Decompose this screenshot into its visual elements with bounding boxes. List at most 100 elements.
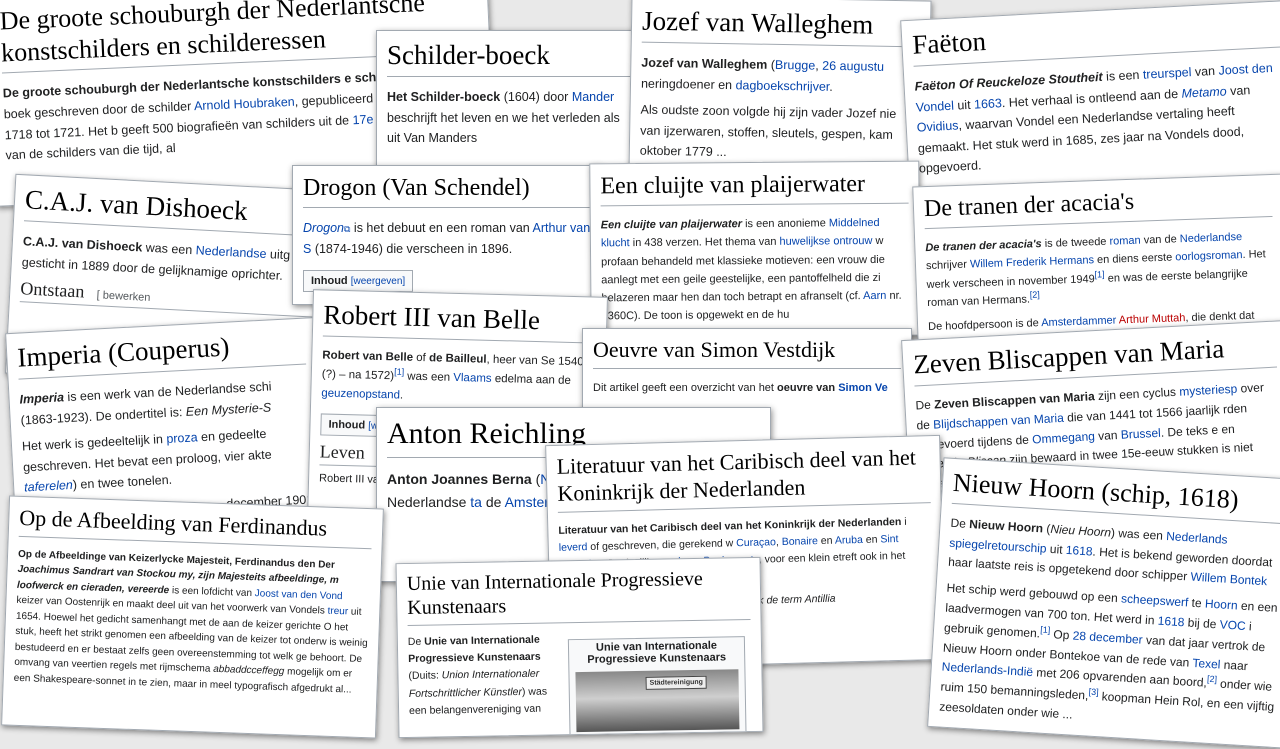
- page-title: Schilder-boeck: [387, 39, 635, 77]
- text-run: Zeven Bliscappen van Maria: [934, 389, 1095, 411]
- page-title: Literatuur van het Caribisch deel van he…: [556, 444, 930, 512]
- article-link[interactable]: Brugge: [775, 58, 816, 73]
- page-title: C.A.J. van Dishoeck: [24, 183, 324, 236]
- article-link[interactable]: Willem Frederik Hermans: [970, 255, 1094, 271]
- text-run: of geschreven, die gerekend w: [587, 537, 736, 553]
- text-run: zijn een cyclus: [1094, 385, 1179, 403]
- article-link[interactable]: geuzenopstand: [321, 387, 400, 401]
- article-link[interactable]: Arthur Muttah: [1119, 312, 1186, 326]
- article-link[interactable]: dagboekschrijver: [735, 78, 829, 94]
- text-run: oeuvre van: [777, 382, 835, 394]
- article-link[interactable]: Arnold: [194, 98, 231, 114]
- article-link[interactable]: VOC: [1219, 617, 1246, 633]
- article-link[interactable]: Brussel: [1120, 425, 1161, 441]
- text-run: is een lofdicht van: [169, 585, 255, 599]
- text-run: bij de: [1184, 615, 1220, 631]
- article-link[interactable]: 26 augustu: [822, 59, 884, 74]
- article-link[interactable]: [2]: [1207, 674, 1218, 685]
- article-link[interactable]: Nederlands: [1166, 529, 1228, 547]
- article-link[interactable]: mysteriesp: [1179, 382, 1238, 399]
- text-run: Anton Joannes Berna: [387, 471, 532, 487]
- text-run: Robert van Belle: [322, 349, 413, 363]
- article-card-schilder-boeck[interactable]: Schilder-boeck Het Schilder-boeck (1604)…: [376, 30, 646, 180]
- article-link[interactable]: Joost van den Vond: [255, 588, 343, 602]
- article-link[interactable]: 1618: [1065, 542, 1093, 558]
- article-text: Jozef van Walleghem (Brugge, 26 augustu …: [641, 53, 920, 99]
- article-card-jozef-van-walleghem[interactable]: Jozef van Walleghem Jozef van Walleghem …: [628, 0, 931, 176]
- article-link[interactable]: Curaçao: [736, 536, 776, 549]
- toc-toggle-link[interactable]: [weergeven]: [351, 276, 405, 287]
- text-run: is de tweede: [1041, 236, 1109, 250]
- article-link[interactable]: Houbraken: [233, 95, 295, 112]
- article-link[interactable]: 28 december: [1072, 628, 1143, 646]
- text-run: in 438 verzen. Het thema van: [630, 236, 780, 249]
- text-run: Faëton Of Reuckeloze Stoutheit: [914, 70, 1103, 94]
- text-run: Imperia: [19, 390, 64, 406]
- article-link[interactable]: Bonaire: [782, 535, 819, 548]
- article-link[interactable]: Drogon: [303, 221, 344, 235]
- article-link[interactable]: Joost: [1218, 62, 1249, 78]
- article-link[interactable]: [2]: [1030, 289, 1040, 299]
- table-of-contents: Inhoud [weergeven]: [303, 270, 413, 292]
- page-title: Drogon (Van Schendel): [303, 174, 591, 208]
- article-link[interactable]: Willem Bontek: [1190, 570, 1267, 589]
- text-run: De: [915, 397, 934, 412]
- article-link[interactable]: Nederlandse: [1180, 231, 1243, 245]
- article-link[interactable]: Ovidius: [916, 119, 958, 135]
- article-link[interactable]: Nederlandse: [195, 243, 267, 261]
- article-link[interactable]: treurspel: [1143, 65, 1192, 82]
- article-link[interactable]: Texel: [1192, 655, 1221, 671]
- article-link[interactable]: Hoorn: [1205, 597, 1238, 613]
- article-link[interactable]: ta: [470, 494, 482, 510]
- article-link[interactable]: roman: [1109, 235, 1141, 248]
- text-run: Nieu Hoorn: [1050, 522, 1111, 540]
- text-run: was een: [404, 370, 454, 383]
- article-link[interactable]: Nederlands-Indië: [941, 660, 1033, 680]
- article-link[interactable]: Ommegang: [1032, 429, 1095, 446]
- page-title: De tranen der acacia's: [924, 183, 1273, 229]
- article-link[interactable]: Aarn: [863, 290, 886, 302]
- article-link[interactable]: Metamo: [1181, 84, 1227, 100]
- page-title: Imperia (Couperus): [17, 327, 307, 380]
- article-link[interactable]: taferelen: [24, 478, 73, 495]
- page-title: Jozef van Walleghem: [642, 5, 921, 48]
- article-link[interactable]: [1]: [394, 366, 404, 376]
- text-run: van: [1094, 427, 1121, 442]
- text-run: (: [532, 471, 541, 487]
- article-link[interactable]: proza: [166, 431, 198, 447]
- article-link[interactable]: [1]: [1094, 269, 1104, 279]
- article-link[interactable]: treur: [327, 606, 348, 618]
- article-card-afbeelding-ferdinandus[interactable]: Op de Afbeelding van Ferdinandus Op de A…: [1, 496, 384, 739]
- text-run: Het Schilder-boeck: [387, 90, 500, 104]
- article-link[interactable]: 1618: [1157, 614, 1185, 630]
- article-link[interactable]: Amsterdammer: [1041, 314, 1117, 329]
- text-run: Een Mysterie-S: [185, 400, 271, 418]
- article-link[interactable]: klucht: [601, 237, 630, 249]
- article-link[interactable]: Mander: [572, 90, 614, 104]
- article-link[interactable]: oorlogsroman: [1175, 249, 1243, 263]
- text-run: of: [413, 352, 429, 364]
- article-card-nieuw-hoorn[interactable]: Nieuw Hoorn (schip, 1618) De Nieuw Hoorn…: [927, 457, 1280, 748]
- edit-section-link[interactable]: [ bewerken: [96, 289, 150, 304]
- article-link[interactable]: scheepswerf: [1121, 591, 1189, 609]
- article-card-drogon[interactable]: Drogon (Van Schendel) Drogon⧉ is het deb…: [292, 165, 602, 305]
- text-run: Het werk is gedeeltelijk in: [22, 432, 167, 454]
- text-run: en: [818, 535, 835, 547]
- article-link[interactable]: huwelijkse ontrouw: [779, 235, 872, 248]
- article-link[interactable]: Aruba: [835, 534, 863, 547]
- article-text: Imperia is een werk van de Nederlandse s…: [19, 374, 309, 430]
- article-card-unie-kunstenaars[interactable]: Unie van Internationale Progressieve Kun…: [396, 557, 764, 738]
- article-link[interactable]: 1663: [974, 96, 1003, 111]
- article-link[interactable]: Vlaams: [453, 372, 492, 385]
- article-link[interactable]: spiegelretourschip: [949, 535, 1047, 555]
- article-link[interactable]: Middelned: [829, 217, 880, 229]
- article-link[interactable]: Blijdschappen van Maria: [933, 411, 1064, 432]
- text-run: was een: [142, 240, 196, 257]
- article-link[interactable]: leverd: [559, 541, 588, 554]
- page-title: Unie van Internationale Progressieve Kun…: [407, 566, 751, 626]
- text-run: De: [950, 516, 970, 531]
- article-link[interactable]: Simon Ve: [838, 382, 888, 394]
- text-run: van de: [1140, 233, 1180, 246]
- article-card-een-cluijte[interactable]: Een cluijte van plaijerwater Een cluijte…: [589, 161, 921, 339]
- text-run: geeft 500 biografieën van schilders uit …: [118, 113, 353, 137]
